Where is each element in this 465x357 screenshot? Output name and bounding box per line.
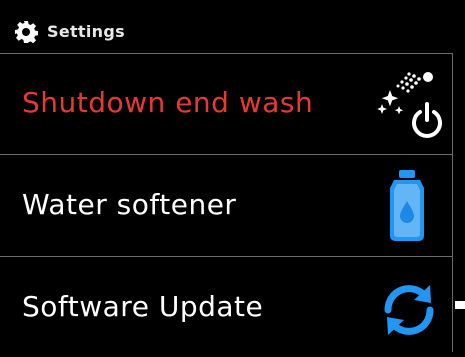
menu-item-software-update[interactable]: Software Update — [0, 257, 452, 357]
header-bar: Settings — [0, 0, 465, 53]
menu-item-label: Shutdown end wash — [22, 86, 314, 119]
menu-item-label: Software Update — [22, 290, 264, 323]
page-title: Settings — [47, 22, 125, 41]
water-bottle-icon — [390, 170, 424, 241]
scrollbar-track[interactable] — [452, 53, 453, 352]
menu-item-label: Water softener — [22, 188, 237, 221]
menu-item-shutdown-end-wash[interactable]: Shutdown end wash — [0, 54, 452, 154]
gear-icon — [15, 21, 38, 44]
spray-power-icon — [377, 72, 442, 138]
menu-item-water-softener[interactable]: Water softener — [0, 155, 452, 255]
scrollbar-thumb[interactable] — [455, 301, 465, 309]
sync-icon — [384, 285, 434, 335]
